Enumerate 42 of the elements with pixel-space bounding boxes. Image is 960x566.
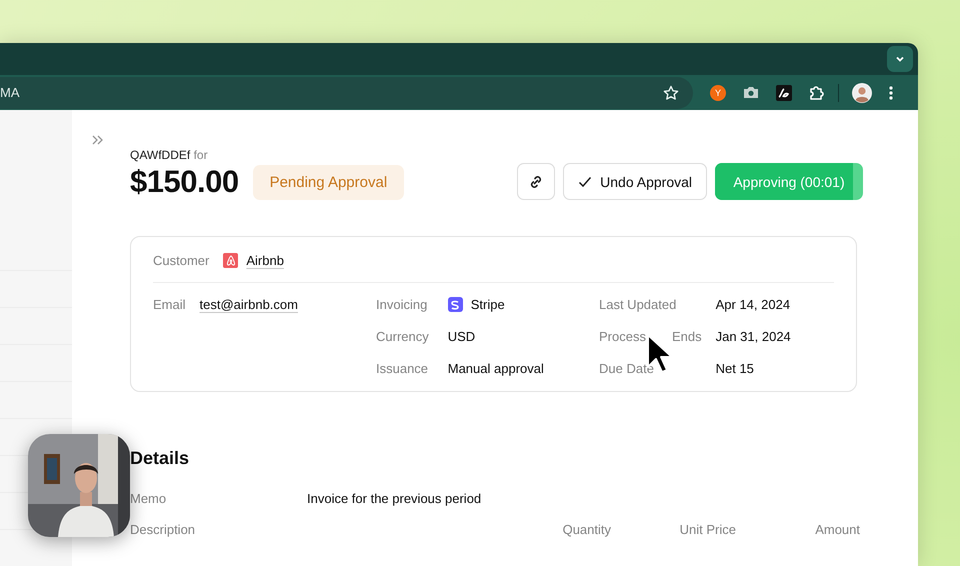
field-label: Email <box>153 297 186 312</box>
field-value: USD <box>448 329 476 344</box>
stripe-logo-icon <box>448 297 463 312</box>
brand-logo-icon <box>223 253 238 268</box>
field-value: Apr 14, 2024 <box>716 297 791 312</box>
field-value: Invoice for the previous period <box>307 491 482 506</box>
email-link[interactable]: test@airbnb.com <box>200 297 376 312</box>
tab-search-button[interactable] <box>887 46 913 72</box>
field-label: Ends <box>672 329 702 344</box>
address-text: MA <box>0 85 20 100</box>
puzzle-icon[interactable] <box>809 84 825 101</box>
column-header: Unit Price <box>678 522 736 537</box>
field-label: Memo <box>130 491 168 506</box>
field-label: Customer <box>153 253 210 268</box>
address-bar[interactable]: MA <box>0 76 693 109</box>
bookmark-star-icon[interactable] <box>663 84 679 101</box>
extension-logo-icon[interactable] <box>776 84 792 101</box>
column-header: Quantity <box>562 522 611 537</box>
checkmark-icon <box>578 176 592 188</box>
expand-icon[interactable] <box>92 135 104 145</box>
copy-link-button[interactable] <box>517 163 556 200</box>
field-label: Process <box>599 329 646 344</box>
field-value: Stripe <box>470 297 505 312</box>
customer-link[interactable]: Airbnb <box>246 253 284 268</box>
profile-avatar-icon[interactable] <box>852 82 872 103</box>
section-heading: Details <box>130 448 190 469</box>
field-label: Invoicing <box>376 297 428 312</box>
field-value: Jan 31, 2024 <box>716 329 791 344</box>
field-label: Currency <box>376 329 429 344</box>
field-label: Due Date <box>599 361 655 376</box>
field-value: Net 15 <box>716 361 755 376</box>
more-menu-icon[interactable] <box>889 86 893 100</box>
status-badge: Pending Approval <box>252 164 404 200</box>
field-value: Manual approval <box>448 361 545 376</box>
column-header: Amount <box>814 522 860 537</box>
column-header: Description <box>130 522 196 537</box>
invoice-id: QAWfDDEf for <box>130 148 209 162</box>
camera-icon[interactable] <box>743 86 759 100</box>
undo-approval-button[interactable]: Undo Approval <box>563 163 707 200</box>
field-label: Issuance <box>376 361 429 376</box>
invoice-amount: $150.00 <box>130 164 239 200</box>
field-label: Last Updated <box>599 297 678 312</box>
